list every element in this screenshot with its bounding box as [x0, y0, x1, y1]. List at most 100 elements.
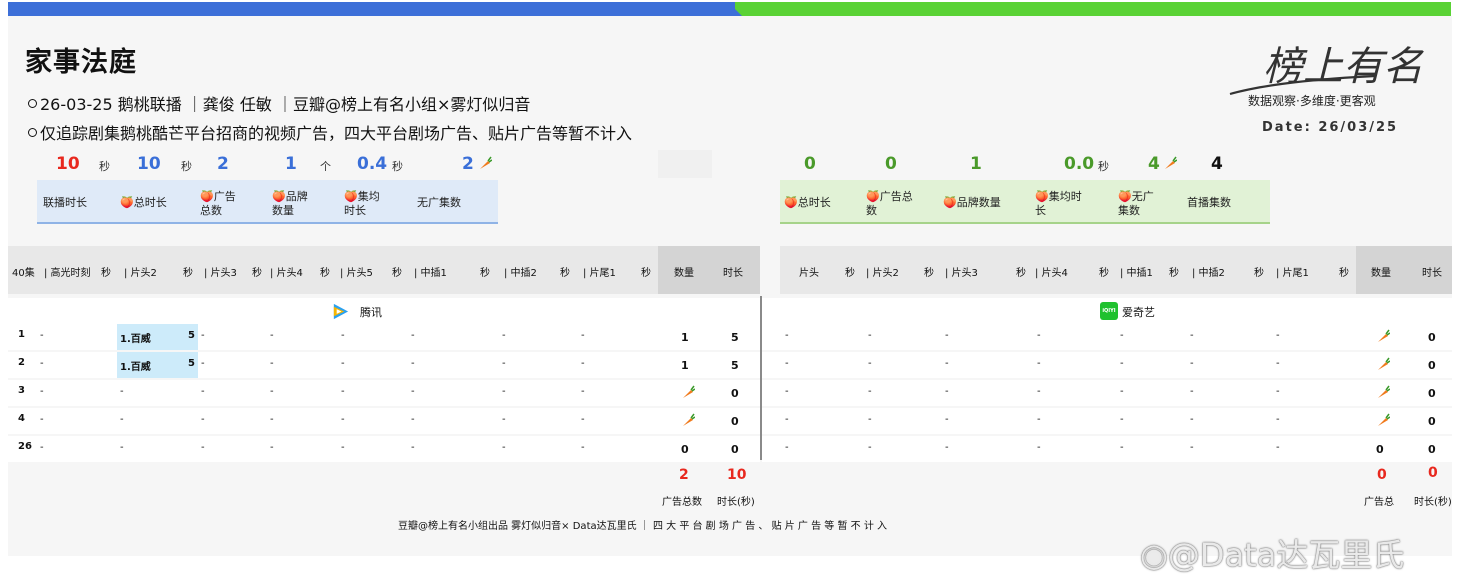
table-header-cell: 秒 [480, 268, 490, 279]
table-header-cell: 秒 [1099, 268, 1109, 279]
table-header-cell: | 中插2 [1192, 268, 1225, 279]
peach-icon: 🍑 [272, 190, 286, 203]
brand-logo: 榜上有名 [1229, 44, 1424, 96]
table-cell: - [270, 442, 274, 453]
total-ad-count-label-left: 广告总数 [662, 497, 702, 508]
label-r-no-ad-episodes: 🍑无广 集数 [1118, 190, 1154, 218]
label-no-ad-episodes: 无广集数 [417, 196, 461, 209]
table-cell: - [502, 442, 506, 453]
label-r-brand-count-text: 品牌数量 [956, 196, 1001, 209]
table-row [762, 324, 1452, 350]
table-cell: - [785, 414, 789, 425]
summary-unit: 秒 [181, 160, 192, 173]
label-r-total-duration-text: 总时长 [797, 196, 831, 209]
table-cell: - [581, 442, 585, 453]
table-cell: - [341, 442, 345, 453]
table-header-cell: | 片头2 [124, 268, 157, 279]
table-header-cell: 时长 [1422, 268, 1442, 279]
table-cell: - [40, 414, 44, 425]
table-header-cell: | 片头4 [1035, 268, 1068, 279]
weibo-watermark: ◉@Data达瓦里氏 [1140, 530, 1404, 576]
top-bar-blue [8, 2, 743, 16]
table-cell: - [1276, 442, 1280, 453]
table-header-cell: 秒 [252, 268, 262, 279]
summary-unit: 秒 [99, 160, 110, 173]
table-cell: - [945, 414, 949, 425]
table-cell: - [201, 414, 205, 425]
table-header-cell: 40集 [12, 268, 35, 279]
summary-unit: 秒 [392, 160, 403, 173]
table-cell: - [1190, 330, 1194, 341]
table-header-cell: 秒 [1254, 268, 1264, 279]
table-cell: 2 [18, 357, 25, 368]
watermark-text: @Data达瓦里氏 [1167, 536, 1405, 574]
table-header-gap [760, 246, 780, 294]
table-cell: 0 [1428, 415, 1436, 428]
table-row [762, 380, 1452, 406]
summary-no-ad-episodes: 2 [462, 154, 474, 174]
summary-r-no-ad-episodes: 4 [1148, 154, 1160, 174]
top-bar-green [735, 2, 1451, 16]
peach-icon: 🍑 [1118, 190, 1132, 203]
table-cell: 4 [18, 413, 25, 424]
table-cell: 3 [18, 385, 25, 396]
footer-note: 豆瓣@榜上有名小组出品 雾灯似归音× Data达瓦里氏 ｜ 四 大 平 台 剧 … [398, 521, 888, 532]
total-ad-count-right: 0 [1377, 467, 1387, 483]
table-cell: - [1037, 442, 1041, 453]
table-cell: 1.百威 [120, 362, 151, 373]
table-cell: 0 [731, 387, 739, 400]
table-cell: - [581, 386, 585, 397]
table-cell: - [868, 330, 872, 341]
table-cell: - [945, 442, 949, 453]
table-cell: - [1037, 414, 1041, 425]
label-r-premiere-episodes: 首播集数 [1187, 196, 1231, 209]
table-cell: - [1276, 414, 1280, 425]
table-cell: 0 [1376, 443, 1384, 456]
table-header-cell: | 片尾1 [583, 268, 616, 279]
table-cell: - [201, 358, 205, 369]
table-header-cell: 秒 [1016, 268, 1026, 279]
table-cell: 0 [681, 443, 689, 456]
carrot-icon [1376, 329, 1391, 346]
table-cell: - [40, 442, 44, 453]
table-cell: - [868, 414, 872, 425]
label-ad-total: 🍑广告 总数 [200, 190, 236, 218]
platform-name-iqiyi: 爱奇艺 [1122, 306, 1155, 319]
bullet-icon [28, 128, 37, 137]
table-cell: - [1190, 358, 1194, 369]
table-cell: - [502, 358, 506, 369]
table-cell: - [1276, 330, 1280, 341]
table-cell: - [341, 414, 345, 425]
summary-r-premiere-episodes: 4 [1211, 154, 1223, 174]
table-cell: - [201, 330, 205, 341]
peach-icon: 🍑 [344, 190, 358, 203]
summary-r-brand-count: 1 [970, 154, 982, 174]
summary-unit: 秒 [1098, 160, 1109, 173]
summary-brand-count: 1 [285, 154, 297, 174]
peach-icon: 🍑 [1035, 190, 1049, 203]
table-cell: - [1120, 358, 1124, 369]
peach-icon: 🍑 [784, 196, 798, 209]
table-cell: - [945, 386, 949, 397]
label-r-total-duration: 🍑总时长 [784, 196, 831, 210]
table-cell: - [1190, 386, 1194, 397]
summary-r-total-duration: 0 [804, 154, 816, 174]
table-cell: - [341, 386, 345, 397]
table-header-cell: | 中插2 [504, 268, 537, 279]
label-r-avg-duration: 🍑集均时 长 [1035, 190, 1082, 218]
table-cell: - [120, 442, 124, 453]
table-header-cell: 秒 [183, 268, 193, 279]
total-duration-right: 0 [1428, 465, 1438, 481]
table-header-cell: 秒 [392, 268, 402, 279]
info-line-1: 26-03-25 鹅桃联播 ｜龚俊 任敏 ｜豆瓣@榜上有名小组×雾灯似归音 [28, 91, 530, 115]
table-row [762, 436, 1452, 462]
table-cell: - [201, 386, 205, 397]
table-cell: - [411, 442, 415, 453]
table-cell: - [40, 330, 44, 341]
table-cell: - [40, 358, 44, 369]
table-header-cell: | 高光时刻 [44, 268, 91, 279]
table-cell: - [868, 358, 872, 369]
table-cell: - [1190, 442, 1194, 453]
table-cell: 0 [731, 443, 739, 456]
table-cell: 5 [731, 359, 739, 372]
